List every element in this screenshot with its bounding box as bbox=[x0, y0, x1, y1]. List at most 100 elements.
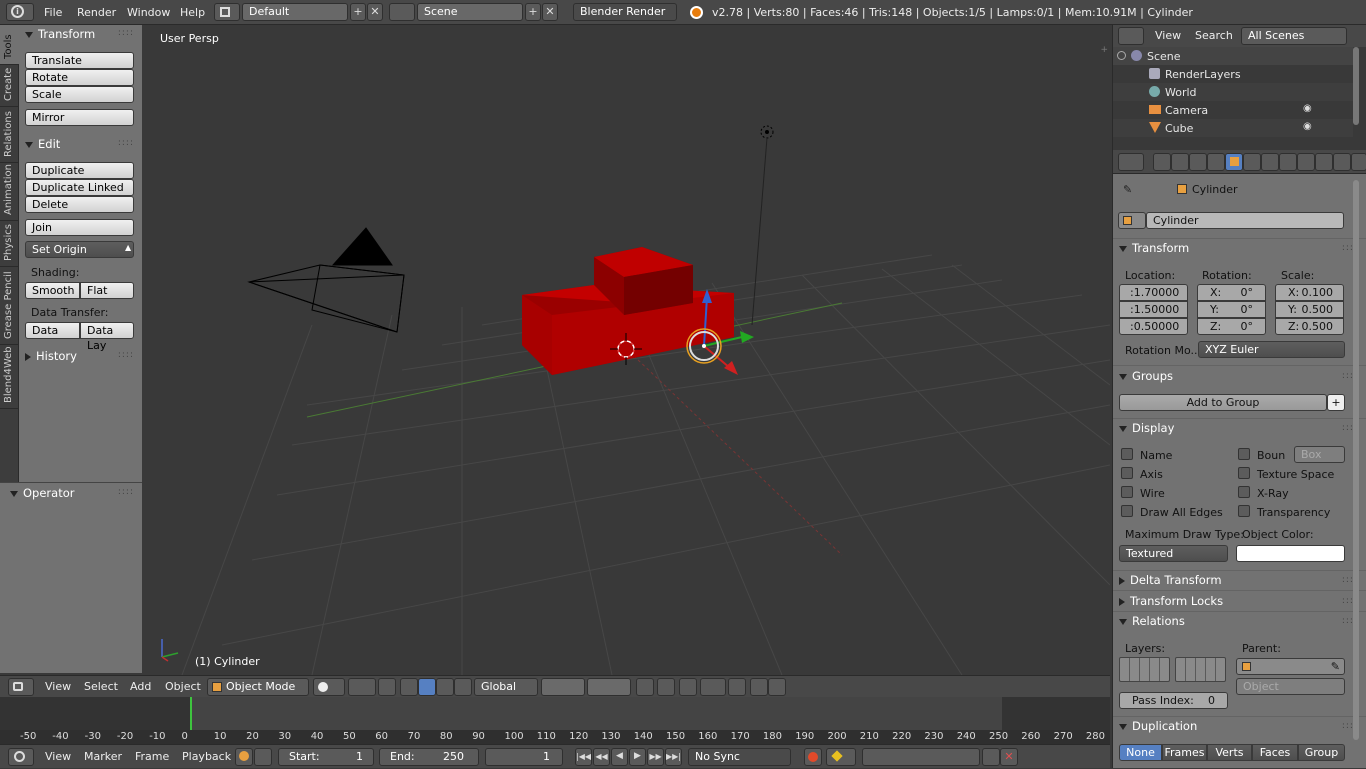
translate-manipulator-button[interactable] bbox=[400, 678, 418, 696]
layer-lock-button[interactable] bbox=[636, 678, 654, 696]
drag-grip-icon[interactable]: :::: bbox=[118, 28, 134, 38]
lock-icon[interactable] bbox=[254, 748, 272, 766]
layers-left-grid[interactable] bbox=[541, 678, 585, 696]
menu-search[interactable]: Search bbox=[1195, 25, 1233, 47]
record-button[interactable] bbox=[804, 748, 822, 766]
duplication-section-header[interactable]: Duplication bbox=[1119, 719, 1197, 733]
object-datablock-button[interactable] bbox=[1118, 212, 1146, 229]
bounds-type-select[interactable]: Box bbox=[1294, 446, 1345, 463]
delete-button[interactable]: Delete bbox=[25, 196, 134, 213]
history-panel-header[interactable]: History bbox=[25, 349, 77, 363]
scene-icon[interactable] bbox=[389, 3, 415, 21]
texture-space-checkbox[interactable] bbox=[1238, 467, 1250, 479]
scale-button[interactable]: Scale bbox=[25, 86, 134, 103]
keying-set-field[interactable] bbox=[862, 748, 980, 766]
render-engine-select[interactable]: Blender Render bbox=[573, 3, 677, 21]
duplication-none-button[interactable]: None bbox=[1119, 744, 1162, 761]
transform-panel-header[interactable]: Transform bbox=[25, 27, 95, 41]
delta-transform-section-header[interactable]: Delta Transform bbox=[1119, 573, 1222, 587]
scale-manipulator-button[interactable] bbox=[436, 678, 454, 696]
outliner-row-scene[interactable]: Scene bbox=[1113, 47, 1353, 65]
outliner-row-world[interactable]: World bbox=[1113, 83, 1353, 101]
camera-object[interactable] bbox=[247, 227, 405, 333]
context-modifiers-tab[interactable] bbox=[1261, 153, 1279, 171]
viewport-scene[interactable] bbox=[142, 25, 1110, 675]
edit-panel-header[interactable]: Edit bbox=[25, 137, 60, 151]
context-world-tab[interactable] bbox=[1207, 153, 1225, 171]
layers-right-grid[interactable] bbox=[587, 678, 631, 696]
mirror-button[interactable]: Mirror bbox=[25, 109, 134, 126]
menu-view[interactable]: View bbox=[45, 676, 71, 698]
snap-target-button[interactable] bbox=[728, 678, 746, 696]
render-animation-button[interactable] bbox=[768, 678, 786, 696]
translate-button[interactable]: Translate bbox=[25, 52, 134, 69]
snap-toggle-button[interactable] bbox=[679, 678, 697, 696]
delete-scene-button[interactable]: ✕ bbox=[542, 3, 558, 21]
3d-viewport[interactable]: User Persp (1) Cylinder + bbox=[142, 25, 1110, 675]
context-constraints-tab[interactable] bbox=[1243, 153, 1261, 171]
context-texture-tab[interactable] bbox=[1315, 153, 1333, 171]
location-y-field[interactable]: :1.50000 bbox=[1119, 301, 1188, 318]
scale-y-field[interactable]: Y: 0.500 bbox=[1275, 301, 1344, 318]
pass-index-field[interactable]: Pass Index: 0 bbox=[1119, 692, 1228, 709]
location-z-field[interactable]: :0.50000 bbox=[1119, 318, 1188, 335]
rotation-z-field[interactable]: Z: 0° bbox=[1197, 318, 1266, 335]
layers-grid-right[interactable] bbox=[1175, 657, 1226, 682]
add-layout-button[interactable]: + bbox=[350, 3, 366, 21]
axis-checkbox[interactable] bbox=[1121, 467, 1133, 479]
context-object-tab[interactable] bbox=[1225, 153, 1243, 171]
pin-icon[interactable]: ✎ bbox=[1123, 183, 1132, 196]
tab-create[interactable]: Create bbox=[0, 65, 19, 107]
scale-z-field[interactable]: Z: 0.500 bbox=[1275, 318, 1344, 335]
viewport-corner-icon[interactable]: + bbox=[1100, 45, 1108, 55]
rotation-x-field[interactable]: X: 0° bbox=[1197, 284, 1266, 301]
duplicate-linked-button[interactable]: Duplicate Linked bbox=[25, 179, 134, 196]
lamp-object[interactable] bbox=[751, 125, 774, 326]
shading-mode-button[interactable] bbox=[313, 678, 345, 696]
context-scene-tab[interactable] bbox=[1189, 153, 1207, 171]
editor-type-button[interactable] bbox=[1118, 153, 1144, 171]
visibility-eye-icon[interactable]: ◉ bbox=[1303, 103, 1312, 114]
screen-layout-field[interactable]: Default bbox=[242, 3, 348, 21]
delete-keyframe-button[interactable]: ✕ bbox=[1000, 748, 1018, 766]
tab-tools[interactable]: Tools bbox=[0, 25, 19, 65]
wire-checkbox[interactable] bbox=[1121, 486, 1133, 498]
editor-type-button[interactable] bbox=[8, 678, 34, 696]
context-physics-tab[interactable] bbox=[1351, 153, 1366, 171]
snap-element-button[interactable] bbox=[700, 678, 726, 696]
timeline-area[interactable]: -50 -40 -30 -20 -10 0 10 20 30 40 50 60 70 80 90 100 110… bbox=[0, 697, 1110, 744]
orientation-select[interactable]: Global bbox=[474, 678, 538, 696]
menu-playback[interactable]: Playback bbox=[182, 745, 231, 769]
outliner-row-renderlayers[interactable]: RenderLayers bbox=[1113, 65, 1353, 83]
collapse-toggle-icon[interactable] bbox=[1117, 51, 1126, 60]
play-reverse-button[interactable]: ◀ bbox=[611, 748, 628, 766]
groups-section-header[interactable]: Groups bbox=[1119, 369, 1173, 383]
add-scene-button[interactable]: + bbox=[525, 3, 541, 21]
menu-render[interactable]: Render bbox=[77, 0, 116, 25]
duplication-group-button[interactable]: Group bbox=[1298, 744, 1345, 761]
duplicate-button[interactable]: Duplicate bbox=[25, 162, 134, 179]
drag-grip-icon[interactable]: :::: bbox=[118, 487, 134, 497]
smooth-button[interactable]: Smooth bbox=[25, 282, 80, 299]
menu-help[interactable]: Help bbox=[180, 0, 205, 25]
jump-end-button[interactable]: ▶▶| bbox=[665, 748, 682, 766]
keying-set-button[interactable] bbox=[826, 748, 856, 766]
jump-keyframe-forward-button[interactable]: ▶▶ bbox=[647, 748, 664, 766]
relations-section-header[interactable]: Relations bbox=[1119, 614, 1185, 628]
duplication-faces-button[interactable]: Faces bbox=[1252, 744, 1298, 761]
menu-object[interactable]: Object bbox=[165, 676, 201, 698]
menu-view[interactable]: View bbox=[1155, 25, 1181, 47]
transform-locks-section-header[interactable]: Transform Locks bbox=[1119, 594, 1223, 608]
menu-add[interactable]: Add bbox=[130, 676, 151, 698]
add-group-plus-button[interactable]: + bbox=[1327, 394, 1345, 411]
insert-keyframe-button[interactable] bbox=[982, 748, 1000, 766]
manipulator-toggle[interactable] bbox=[378, 678, 396, 696]
object-name-field[interactable]: Cylinder bbox=[1146, 212, 1344, 229]
menu-window[interactable]: Window bbox=[127, 0, 170, 25]
context-layers-tab[interactable] bbox=[1171, 153, 1189, 171]
menu-marker[interactable]: Marker bbox=[84, 745, 122, 769]
editor-type-button[interactable] bbox=[8, 748, 34, 766]
join-button[interactable]: Join bbox=[25, 219, 134, 236]
pivot-button[interactable] bbox=[348, 678, 376, 696]
data-lay-button[interactable]: Data Lay bbox=[80, 322, 134, 352]
